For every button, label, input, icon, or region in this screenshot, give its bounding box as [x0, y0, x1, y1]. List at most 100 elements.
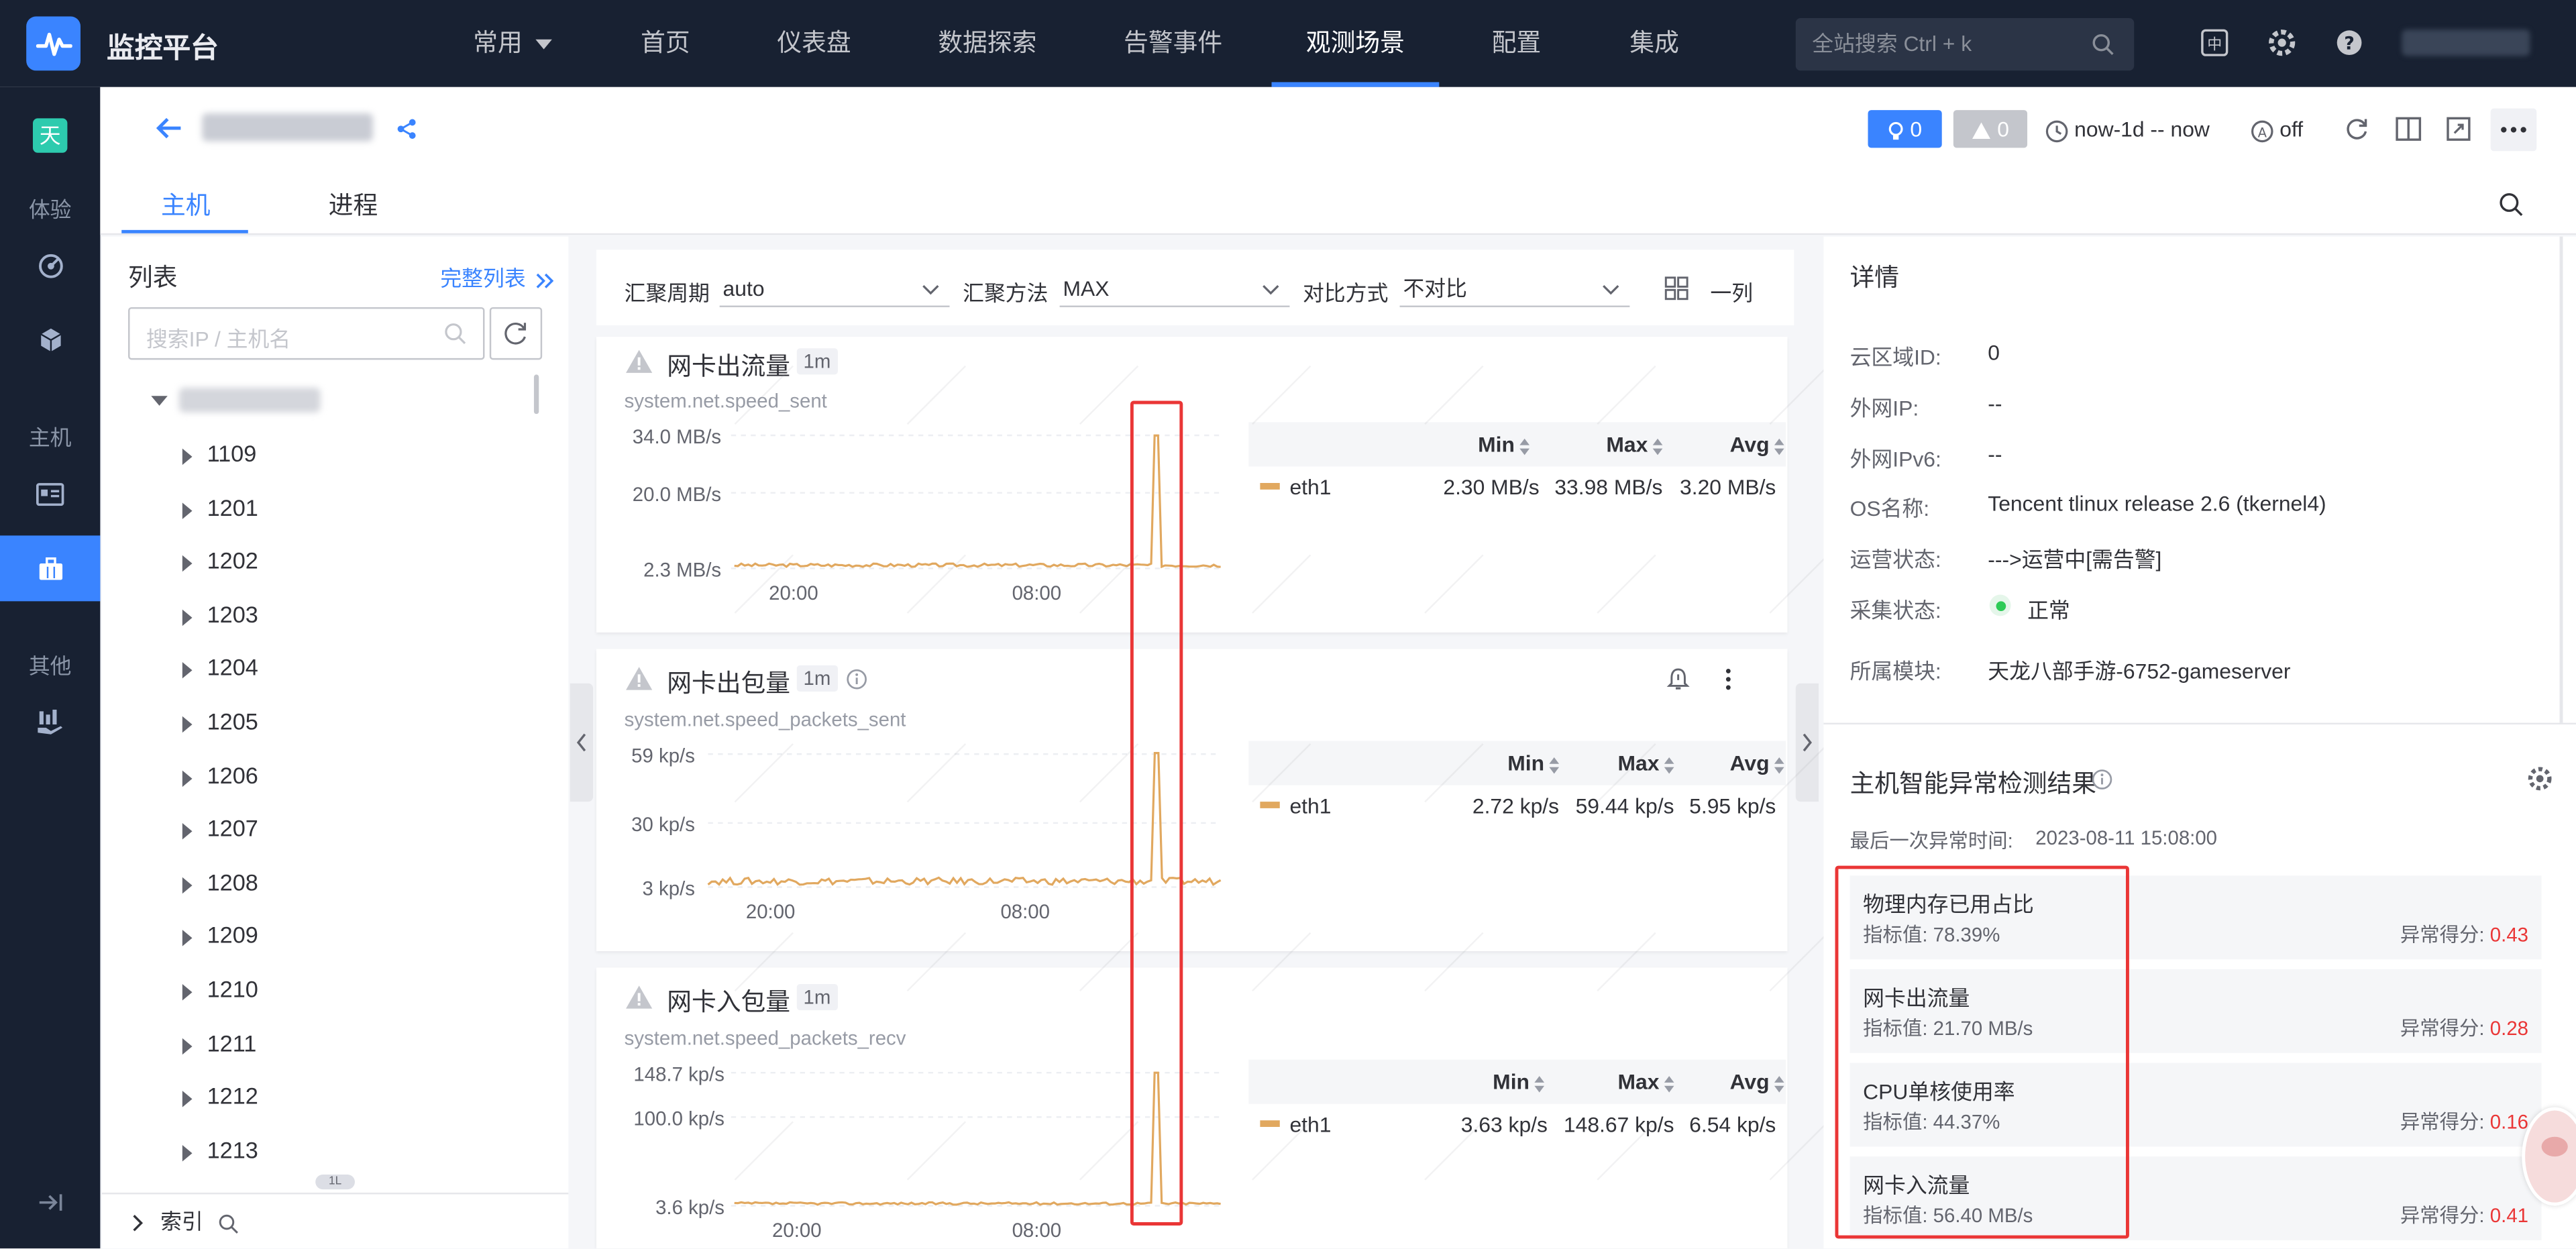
time-range-picker[interactable]: now-1d -- now: [2045, 117, 2210, 142]
space-badge[interactable]: 天: [32, 118, 68, 153]
legend-header-avg[interactable]: Avg: [1730, 751, 1786, 775]
nav-icon-cube[interactable]: [0, 307, 100, 373]
legend-header-min[interactable]: Min: [1478, 432, 1531, 457]
info-icon[interactable]: [2092, 769, 2113, 790]
tree-node[interactable]: 1204: [207, 655, 258, 681]
tree-scrollbar[interactable]: [533, 374, 539, 415]
nav-icon-host-list[interactable]: [0, 461, 100, 527]
legend-header-min[interactable]: Min: [1493, 1069, 1546, 1094]
tree-expand-icon[interactable]: [182, 823, 193, 840]
more-vertical-icon[interactable]: [1723, 667, 1733, 692]
collapse-right-panel-handle[interactable]: [1795, 683, 1819, 802]
tree-expand-icon[interactable]: [182, 1091, 193, 1108]
auto-refresh-toggle[interactable]: A off: [2251, 117, 2303, 142]
alarm-bell-icon[interactable]: [1666, 667, 1690, 692]
nav-icon-other[interactable]: [0, 688, 100, 754]
tree-expand-icon[interactable]: [182, 716, 193, 733]
tree-expand-icon[interactable]: [182, 930, 193, 947]
legend-header-max[interactable]: Max: [1618, 751, 1676, 775]
layout-label[interactable]: 一列: [1710, 276, 1753, 307]
nav-icon-uptime[interactable]: [0, 233, 100, 299]
chevron-down-icon: [1263, 285, 1279, 295]
tree-expand-icon[interactable]: [182, 983, 193, 1001]
collapse-nav-button[interactable]: [0, 1170, 100, 1236]
tab-process[interactable]: 进程: [329, 187, 378, 221]
tree-expand-icon[interactable]: [182, 769, 193, 787]
details-scrollbar[interactable]: [2559, 236, 2563, 723]
tree-expand-icon[interactable]: [182, 502, 193, 519]
tree-node[interactable]: 1211: [207, 1030, 257, 1056]
user-avatar-name[interactable]: [2402, 30, 2530, 56]
legend-max-value: 148.67 kp/s: [1563, 1111, 1674, 1137]
tree-node[interactable]: 1202: [207, 547, 258, 574]
share-button[interactable]: [396, 118, 417, 148]
method-select[interactable]: MAX: [1059, 271, 1290, 307]
tree-node[interactable]: 1109: [207, 440, 257, 466]
chart-legend-table: Min Max Avg eth1 3.63 kp/s 148.67 kp/s 6…: [1248, 1059, 1786, 1158]
collapse-left-panel-handle[interactable]: [570, 683, 594, 802]
tree-node[interactable]: 1212: [207, 1083, 258, 1109]
more-actions-button[interactable]: [2490, 108, 2537, 152]
nav-integration[interactable]: 集成: [1603, 0, 1705, 87]
alert-count-badge[interactable]: 0: [1868, 110, 1942, 148]
split-view-button[interactable]: [2396, 117, 2422, 150]
nav-home[interactable]: 首页: [614, 0, 716, 87]
tree-expand-icon[interactable]: [182, 448, 193, 466]
global-search-input[interactable]: 全站搜索 Ctrl + k: [1795, 17, 2135, 71]
tree-root-toggle[interactable]: [151, 396, 168, 406]
tree-node[interactable]: 1209: [207, 922, 258, 948]
tree-node[interactable]: 1208: [207, 869, 258, 895]
legend-header-max[interactable]: Max: [1618, 1069, 1676, 1094]
tree-root-node[interactable]: [178, 387, 321, 413]
tree-expand-icon[interactable]: [182, 1037, 193, 1054]
index-section-toggle[interactable]: 索引: [131, 1204, 239, 1236]
tree-node[interactable]: 1206: [207, 761, 258, 788]
legend-header-max[interactable]: Max: [1606, 432, 1664, 457]
help-icon[interactable]: ?: [2334, 28, 2364, 58]
tree-node[interactable]: 1205: [207, 708, 258, 735]
platform-logo[interactable]: [26, 16, 81, 71]
tree-node[interactable]: 1207: [207, 815, 258, 841]
nav-observation-scene[interactable]: 观测场景: [1271, 0, 1440, 87]
legend-series-name[interactable]: eth1: [1289, 475, 1331, 500]
fullscreen-button[interactable]: [2447, 117, 2471, 150]
full-list-link[interactable]: 完整列表: [440, 261, 553, 292]
tab-host[interactable]: 主机: [161, 187, 211, 221]
host-tree: 1109 1201 1202 1203 1204 1205 1206 1207 1208 1209…: [102, 368, 569, 1173]
tree-node[interactable]: 1203: [207, 601, 258, 627]
method-value: MAX: [1063, 276, 1110, 301]
tree-node[interactable]: 1213: [207, 1136, 258, 1162]
page-search-button[interactable]: [2499, 193, 2524, 225]
tree-expand-icon[interactable]: [182, 609, 193, 626]
host-search-input[interactable]: 搜索IP / 主机名: [128, 307, 485, 360]
tree-expand-icon[interactable]: [182, 877, 193, 893]
legend-header-min[interactable]: Min: [1507, 751, 1560, 775]
nav-config[interactable]: 配置: [1466, 0, 1568, 87]
host-list-refresh-button[interactable]: [489, 307, 543, 360]
warn-count: 0: [1997, 116, 2009, 142]
period-select[interactable]: auto: [719, 271, 950, 307]
refresh-button[interactable]: [2345, 117, 2369, 150]
tree-expand-icon[interactable]: [182, 662, 193, 680]
warn-count-badge[interactable]: 0: [1953, 110, 2028, 148]
nav-data-explore[interactable]: 数据探索: [912, 0, 1063, 87]
language-icon[interactable]: 中: [2200, 28, 2229, 58]
back-button[interactable]: [156, 117, 182, 148]
layout-toggle[interactable]: [1664, 276, 1689, 309]
last-anomaly-label: 最后一次异常时间:: [1849, 829, 2013, 853]
nav-dashboard[interactable]: 仪表盘: [751, 0, 877, 87]
tree-node[interactable]: 1201: [207, 494, 258, 520]
compare-select[interactable]: 不对比: [1399, 271, 1630, 307]
legend-series-name[interactable]: eth1: [1289, 794, 1331, 818]
legend-header-avg[interactable]: Avg: [1730, 1069, 1786, 1094]
legend-series-name[interactable]: eth1: [1289, 1112, 1331, 1137]
gear-icon[interactable]: [2527, 765, 2553, 792]
tree-node[interactable]: 1210: [207, 976, 258, 1002]
tree-expand-icon[interactable]: [182, 555, 193, 572]
nav-common[interactable]: 常用: [447, 0, 580, 87]
settings-icon[interactable]: [2267, 28, 2297, 58]
legend-header-avg[interactable]: Avg: [1730, 432, 1786, 457]
nav-alert-events[interactable]: 告警事件: [1097, 0, 1248, 87]
nav-icon-host-monitor[interactable]: [0, 535, 101, 602]
tree-expand-icon[interactable]: [182, 1144, 193, 1161]
